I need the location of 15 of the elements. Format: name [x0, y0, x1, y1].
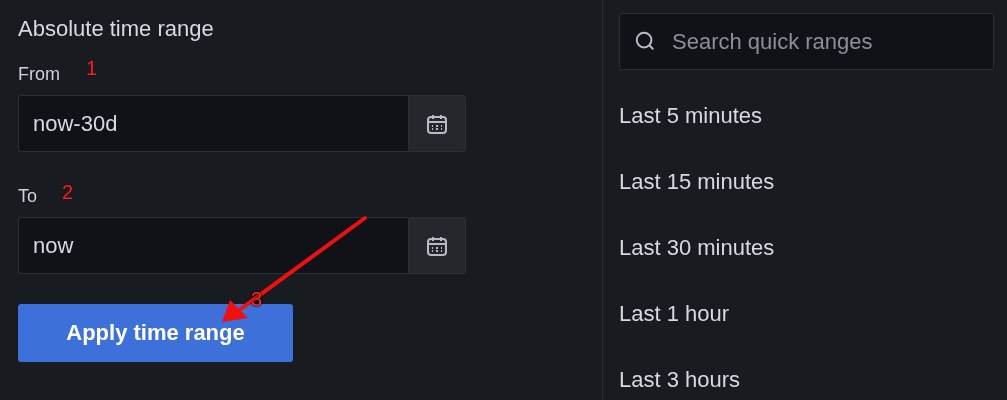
quick-range-item[interactable]: Last 30 minutes	[619, 235, 775, 261]
quick-range-item[interactable]: Last 1 hour	[619, 301, 730, 327]
annotation-number: 1	[86, 58, 98, 78]
annotation-number: 2	[62, 182, 74, 202]
quick-range-item[interactable]: Last 15 minutes	[619, 169, 775, 195]
field-label: To	[18, 186, 37, 207]
quick-range-item[interactable]: Last 3 hours	[619, 367, 741, 393]
calendar-button[interactable]	[408, 95, 466, 152]
calendar-button[interactable]	[408, 217, 466, 274]
input-field[interactable]: now-30d	[18, 95, 408, 152]
field-label: From	[18, 64, 60, 85]
section-title: Absolute time range	[18, 16, 214, 42]
search-field[interactable]: Search quick ranges	[619, 13, 994, 70]
quick-range-item[interactable]: Last 5 minutes	[619, 103, 763, 129]
input-field[interactable]: now	[18, 217, 408, 274]
